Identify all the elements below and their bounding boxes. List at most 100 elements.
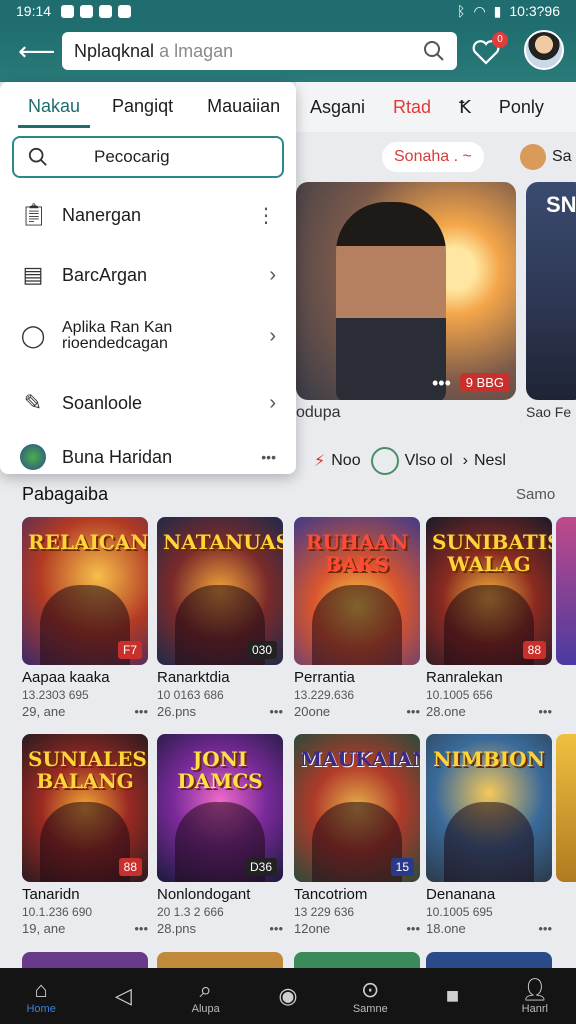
game-card-partial[interactable]: [294, 952, 420, 968]
menu-item[interactable]: ▤ BarcArgan ›: [20, 262, 276, 288]
notification-badge: 0: [492, 32, 508, 48]
section-more-link[interactable]: Samo: [516, 486, 555, 503]
user-chip-label: Sa: [552, 148, 572, 165]
menu-tab-active[interactable]: Nakau: [18, 90, 91, 128]
featured-person-image: [336, 202, 446, 400]
clipboard-icon: 📋︎: [20, 202, 48, 227]
menu-item[interactable]: ✎ Soanloole ›: [20, 390, 276, 416]
nav-search[interactable]: ⌕ Alupa: [171, 977, 241, 1015]
document-icon: ▤: [22, 262, 44, 287]
game-card-partial[interactable]: [426, 952, 552, 968]
cover-title: NATANUAS: [163, 530, 283, 554]
menu-tab[interactable]: Mauaiian: [193, 90, 294, 128]
more-icon[interactable]: •••: [538, 921, 552, 936]
game-card[interactable]: NATANUAS 030 Ranarktdia 10 0163 686 26.p…: [157, 517, 283, 719]
game-subtitle: 12one: [294, 921, 331, 936]
game-card-partial[interactable]: [556, 517, 576, 665]
menu-tab[interactable]: Pangiqt: [98, 90, 187, 128]
status-right: ᛒ ◠ ▮ 10:3?96: [457, 3, 560, 20]
more-icon[interactable]: •••: [134, 921, 148, 936]
more-icon[interactable]: •••: [261, 449, 276, 465]
back-arrow-icon[interactable]: ⟵: [18, 34, 55, 68]
menu-item[interactable]: ◯ Aplika Ran Kan rioendedcagan ›: [20, 320, 276, 352]
game-subtitle: 18.one: [426, 921, 466, 936]
cover-art: [312, 802, 402, 882]
cover-title: RUHAAN BAKS: [305, 530, 409, 576]
game-cover: SUNIALES BALANG 88: [22, 734, 148, 882]
nav-label: Alupa: [191, 1003, 220, 1015]
search-input[interactable]: Nplaqknal a lmagan: [74, 41, 423, 62]
cover-art: [312, 585, 402, 665]
menu-search-field[interactable]: Pecocarig: [12, 136, 284, 178]
game-card[interactable]: MAUKAIAN 15 Tancotriom 13 229 636 12one •…: [294, 734, 420, 936]
cover-title: MAUKAIAN: [300, 747, 420, 771]
tab-k-icon[interactable]: Ꝁ: [445, 97, 485, 118]
cover-tag: 030: [246, 641, 277, 659]
nav-recents[interactable]: ■: [418, 983, 488, 1009]
back-triangle-icon: ◁: [114, 983, 132, 1008]
game-card[interactable]: RUHAAN BAKS Perrantia 13.229.636 20one ••…: [294, 517, 420, 719]
game-name: Ranralekan: [426, 669, 503, 686]
search-query: Nplaqknal: [74, 40, 155, 61]
game-card[interactable]: NIMBION Denanana 10.1005 695 18.one •••: [426, 734, 552, 936]
game-cover: RUHAAN BAKS: [294, 517, 420, 665]
more-icon[interactable]: •••: [134, 704, 148, 719]
search-icon[interactable]: [423, 40, 445, 62]
game-card-partial[interactable]: [556, 734, 576, 882]
category-tabs: Asgani Rtad Ꝁ Ponly: [296, 82, 576, 132]
action-label-a: Noo: [331, 452, 361, 469]
menu-item[interactable]: 📋︎ Nanergan ⋮: [20, 202, 276, 228]
user-chip[interactable]: Sa: [520, 142, 572, 172]
nav-profile[interactable]: 👤︎ Hanrl: [500, 977, 570, 1015]
game-card-partial[interactable]: [157, 952, 283, 968]
cover-tag: F7: [117, 641, 142, 659]
game-name: Ranarktdia: [157, 669, 230, 686]
search-icon: [28, 147, 47, 166]
game-card[interactable]: JONI DAMCS D36 Nonlondogant 20 1.3 2 666…: [157, 734, 283, 936]
tab-asgani[interactable]: Asgani: [296, 97, 379, 118]
cover-title: SUNIALES BALANG: [28, 747, 147, 793]
action-button-c[interactable]: › Nesl: [463, 452, 506, 470]
game-cover: NATANUAS 030: [157, 517, 283, 665]
cover-tag: D36: [244, 858, 277, 876]
cover-title: RELAICAN: [28, 530, 148, 554]
featured-card-secondary[interactable]: SN: [526, 182, 576, 400]
action-button-a[interactable]: ⚡ Noo: [314, 451, 361, 471]
nav-home[interactable]: ⌂ Home: [6, 977, 76, 1015]
schedule-chip[interactable]: Sonaha . ~: [382, 142, 484, 172]
game-card-partial[interactable]: [22, 952, 148, 968]
more-icon[interactable]: •••: [432, 373, 451, 394]
nav-back[interactable]: ◁: [88, 983, 158, 1009]
wifi-icon: ◠: [473, 2, 486, 19]
game-card[interactable]: SUNIALES BALANG 88 Tanaridn 10.1.236 690…: [22, 734, 148, 936]
more-icon[interactable]: •••: [406, 921, 420, 936]
nav-home-circle[interactable]: ◉: [253, 983, 323, 1009]
status-icons: [61, 4, 132, 18]
game-stats: 20 1.3 2 666: [157, 905, 224, 919]
more-icon[interactable]: •••: [269, 921, 283, 936]
nav-explore[interactable]: ⊙ Samne: [335, 977, 405, 1015]
chart-icon: [370, 447, 399, 475]
action-button-b[interactable]: Vlso ol: [370, 447, 453, 475]
game-name: Perrantia: [294, 669, 355, 686]
schedule-chip-label: Sonaha .: [394, 148, 459, 165]
game-card[interactable]: RELAICAN F7 Aapaa kaaka 13.2303 695 29, …: [22, 517, 148, 719]
wave-icon: ~: [462, 148, 472, 165]
tab-ponly[interactable]: Ponly: [485, 97, 558, 118]
menu-item-label: Aplika Ran Kan rioendedcagan: [62, 319, 173, 352]
tab-read[interactable]: Rtad: [379, 97, 445, 118]
more-icon[interactable]: •••: [269, 704, 283, 719]
more-icon[interactable]: •••: [538, 704, 552, 719]
game-card[interactable]: SUNIBATIS WALAG 88 Ranralekan 10.1005 65…: [426, 517, 552, 719]
cover-art: [444, 585, 534, 665]
game-name: Denanana: [426, 886, 496, 903]
featured-video-card[interactable]: ••• 9 BBG: [296, 182, 516, 400]
more-icon[interactable]: •••: [406, 704, 420, 719]
game-cover: JONI DAMCS D36: [157, 734, 283, 882]
menu-item[interactable]: Buna Haridan •••: [20, 444, 276, 470]
avatar[interactable]: [524, 30, 564, 70]
search-bar[interactable]: Nplaqknal a lmagan: [62, 32, 457, 70]
game-subtitle: 26.pns: [157, 704, 197, 719]
featured-caption: odupa: [296, 404, 341, 421]
kebab-icon[interactable]: ⋮: [256, 203, 276, 228]
